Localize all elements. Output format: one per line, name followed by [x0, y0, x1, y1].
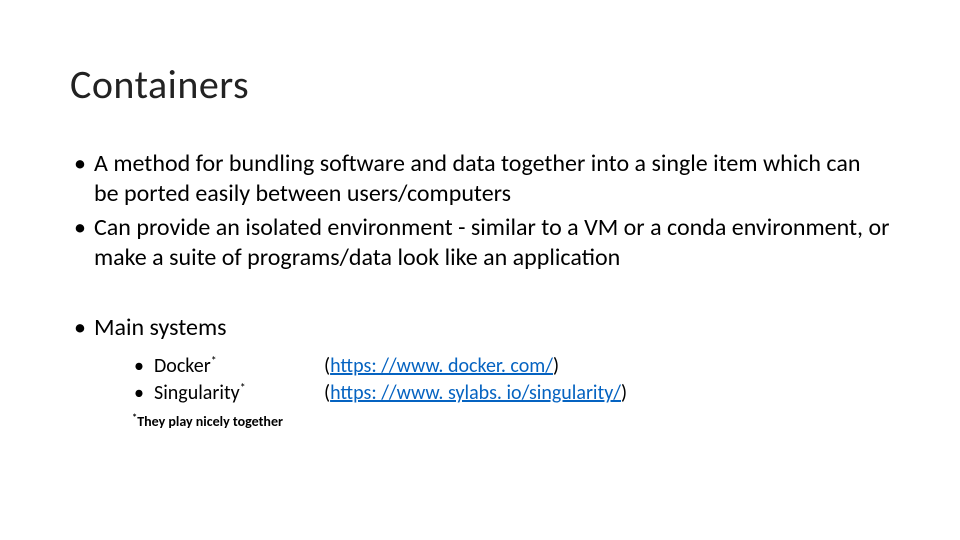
sub-list: Docker* (https: //www. docker. com/) Sin…	[70, 353, 890, 407]
spacer	[70, 277, 890, 313]
paren-close: )	[621, 381, 627, 405]
docker-link[interactable]: https: //www. docker. com/	[330, 354, 553, 378]
bullet-item: Can provide an isolated environment - si…	[70, 213, 890, 273]
system-name: Singularity	[154, 381, 240, 405]
slide: Containers A method for bundling softwar…	[0, 0, 960, 540]
paren-close: )	[553, 354, 559, 378]
asterisk-icon: *	[240, 381, 246, 395]
singularity-link[interactable]: https: //www. sylabs. io/singularity/	[330, 381, 621, 405]
link-wrapper: (https: //www. docker. com/)	[324, 353, 559, 380]
sub-item-label: Docker*	[132, 353, 324, 380]
sub-item-label: Singularity*	[132, 380, 324, 407]
bullet-item: Main systems	[70, 313, 890, 343]
slide-title: Containers	[70, 60, 890, 109]
bullet-list: A method for bundling software and data …	[70, 149, 890, 431]
sub-item-docker: Docker* (https: //www. docker. com/)	[132, 353, 890, 380]
footnote-text: They play nicely together	[137, 413, 283, 430]
asterisk-icon: *	[211, 354, 217, 368]
bullet-item: A method for bundling software and data …	[70, 149, 890, 209]
link-wrapper: (https: //www. sylabs. io/singularity/)	[324, 380, 627, 407]
footnote: *They play nicely together	[70, 413, 890, 431]
system-name: Docker	[154, 354, 211, 378]
sub-item-singularity: Singularity* (https: //www. sylabs. io/s…	[132, 380, 890, 407]
